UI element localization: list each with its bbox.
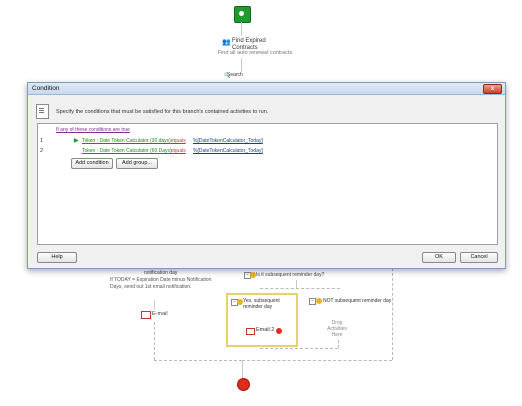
condition-operator-link[interactable]: equals: [171, 138, 186, 144]
help-button[interactable]: Help: [37, 252, 77, 263]
connector: [241, 22, 242, 36]
condition-value-link[interactable]: %[DateTokenCalculator_Today]: [193, 138, 263, 144]
cancel-button[interactable]: Cancel: [460, 252, 498, 263]
condition-document-icon: [36, 104, 49, 119]
envelope-icon: [141, 311, 151, 319]
not-branch-label: NOT subsequent reminder day: [323, 298, 392, 304]
connector: [154, 300, 155, 310]
connector: [260, 348, 338, 349]
condition-row-number: 2: [40, 148, 44, 154]
close-button[interactable]: x: [483, 84, 502, 94]
collapse-toggle[interactable]: −: [309, 298, 316, 305]
notification-description: If TODAY = Expiration Date minus Notific…: [110, 277, 212, 290]
connector: [154, 322, 155, 360]
yes-branch-box[interactable]: − Yes, subsequent reminder day Email 2: [226, 293, 298, 347]
email-activity[interactable]: E-mail: [152, 311, 168, 317]
condition-row-number: 1: [40, 138, 44, 144]
drop-activities-here[interactable]: Drop Activities Here: [326, 320, 348, 338]
connector: [242, 360, 392, 361]
is-subsequent-label: Is it subsequent reminder day?: [256, 272, 325, 278]
connector: [392, 268, 393, 360]
find-expired-contracts-subtitle: Find all auto renewal contracts: [217, 50, 293, 56]
condition-dialog: Condition x Specify the conditions that …: [27, 82, 506, 269]
connector: [338, 340, 339, 348]
connector: [241, 58, 242, 72]
connector: [260, 288, 340, 289]
email-2-activity[interactable]: Email 2: [256, 327, 274, 333]
add-group-button[interactable]: Add group...: [116, 158, 158, 169]
condition-operator-link[interactable]: equals: [171, 148, 186, 154]
end-node[interactable]: [237, 378, 250, 391]
if-any-conditions-link[interactable]: If any of these conditions are true: [56, 127, 130, 133]
play-arrow-icon: ▶: [74, 138, 79, 144]
connector: [242, 360, 243, 378]
connector: [154, 360, 242, 361]
people-icon: 👥: [222, 39, 231, 46]
add-condition-button[interactable]: Add condition: [71, 158, 113, 169]
condition-value-link[interactable]: %[DateTokenCalculator_Today]: [193, 148, 263, 154]
start-node[interactable]: [234, 6, 251, 23]
search-icon: 🔍: [224, 73, 231, 79]
condition-token-link[interactable]: Token : Date Token Calculator (30 days): [82, 138, 171, 144]
condition-icon: [316, 298, 322, 304]
conditions-panel: If any of these conditions are true 1 ▶ …: [37, 123, 498, 245]
instruction-text: Specify the conditions that must be sati…: [56, 109, 269, 115]
dialog-title: Condition: [32, 85, 60, 92]
envelope-icon: [246, 328, 255, 335]
condition-token-link[interactable]: Token : Date Token Calculator (60 Days): [82, 148, 172, 154]
dialog-titlebar[interactable]: Condition x: [28, 83, 505, 95]
ok-button[interactable]: OK: [422, 252, 456, 263]
connector: [296, 280, 297, 288]
notification-day-label: notification day: [144, 270, 178, 276]
error-icon: [276, 328, 282, 334]
yes-branch-label: Yes, subsequent reminder day: [243, 298, 280, 310]
